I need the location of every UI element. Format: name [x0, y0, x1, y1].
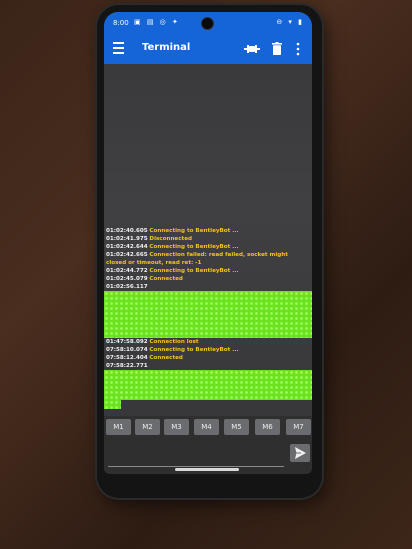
terminal-output[interactable]: 01:02:40.605 Connecting to BentleyBot ..… — [104, 64, 312, 416]
macro-button-m2[interactable]: M2 — [135, 419, 160, 435]
macro-button-m3[interactable]: M3 — [164, 419, 189, 435]
log-timestamp: 01:02:42.665 — [106, 252, 148, 258]
app-title: Terminal — [142, 42, 191, 53]
log-timestamp: 07:58:22.771 — [106, 363, 148, 369]
log-timestamp: 07:58:10.074 — [106, 347, 148, 353]
log-message: Connected — [149, 276, 183, 282]
log-timestamp: 01:02:42.644 — [106, 244, 148, 250]
received-data-block — [104, 400, 121, 409]
log-line: 01:02:44.772 Connecting to BentleyBot ..… — [106, 267, 310, 275]
log-line: 01:02:56.117 — [106, 283, 310, 291]
log-line: 07:58:10.074 Connecting to BentleyBot ..… — [106, 346, 310, 354]
log-timestamp: 07:58:12.404 — [106, 355, 148, 361]
send-button[interactable] — [290, 444, 310, 462]
log-line: 07:58:22.771 — [106, 362, 310, 370]
log-timestamp: 01:02:45.079 — [106, 276, 148, 282]
log-timestamp: 01:02:44.772 — [106, 268, 148, 274]
log-message: Connected — [149, 355, 183, 361]
log-line: 01:02:42.665 Connection failed: read fai… — [106, 251, 310, 267]
log-timestamp: 01:47:58.092 — [106, 339, 148, 345]
log-message: Connecting to BentleyBot ... — [149, 228, 239, 234]
macro-button-m7[interactable]: M7 — [286, 419, 311, 435]
home-indicator[interactable] — [175, 468, 239, 471]
log-line: 01:02:45.079 Connected — [106, 275, 310, 283]
log-message: Connecting to BentleyBot ... — [149, 347, 239, 353]
status-time: 8:00 — [113, 19, 129, 27]
log-message: Connecting to BentleyBot ... — [149, 244, 239, 250]
log-timestamp: 01:02:41.975 — [106, 236, 148, 242]
phone-screen: 8:00 ▣ ▤ ◎ ✦ ⊖ ▾ ▮ Terminal 01:02:40.605… — [104, 12, 312, 474]
send-text-input[interactable] — [108, 446, 284, 467]
log-timestamp: 01:02:56.117 — [106, 284, 148, 290]
macro-button-bar: M1 M2 M3 M4 M5 M6 M7 — [104, 416, 312, 438]
trash-icon[interactable] — [272, 42, 282, 55]
log-message: Connecting to BentleyBot ... — [149, 268, 239, 274]
log-timestamp: 01:02:40.605 — [106, 228, 148, 234]
hamburger-icon[interactable] — [113, 42, 124, 54]
macro-button-m5[interactable]: M5 — [224, 419, 249, 435]
send-icon — [295, 447, 306, 459]
front-camera — [201, 17, 214, 30]
macro-button-m4[interactable]: M4 — [194, 419, 219, 435]
log-message: Connection lost — [149, 339, 199, 345]
notification-icons: ▣ ▤ ◎ ✦ — [134, 18, 180, 26]
app-bar: Terminal — [104, 34, 312, 64]
log-line: 01:02:40.605 Connecting to BentleyBot ..… — [106, 227, 310, 235]
log-line: 01:47:58.092 Connection lost — [106, 338, 310, 346]
macro-button-m6[interactable]: M6 — [255, 419, 280, 435]
system-status-icons: ⊖ ▾ ▮ — [276, 18, 304, 26]
log-list: 01:02:40.605 Connecting to BentleyBot ..… — [104, 227, 312, 409]
received-data-block — [104, 291, 312, 338]
macro-button-m1[interactable]: M1 — [106, 419, 131, 435]
more-vertical-icon[interactable] — [295, 42, 301, 56]
log-line: 01:02:41.975 Disconnected — [106, 235, 310, 243]
plug-connect-icon[interactable] — [244, 43, 260, 55]
received-data-block — [104, 370, 312, 400]
log-line: 07:58:12.404 Connected — [106, 354, 310, 362]
log-message: Disconnected — [149, 236, 193, 242]
log-line: 01:02:42.644 Connecting to BentleyBot ..… — [106, 243, 310, 251]
